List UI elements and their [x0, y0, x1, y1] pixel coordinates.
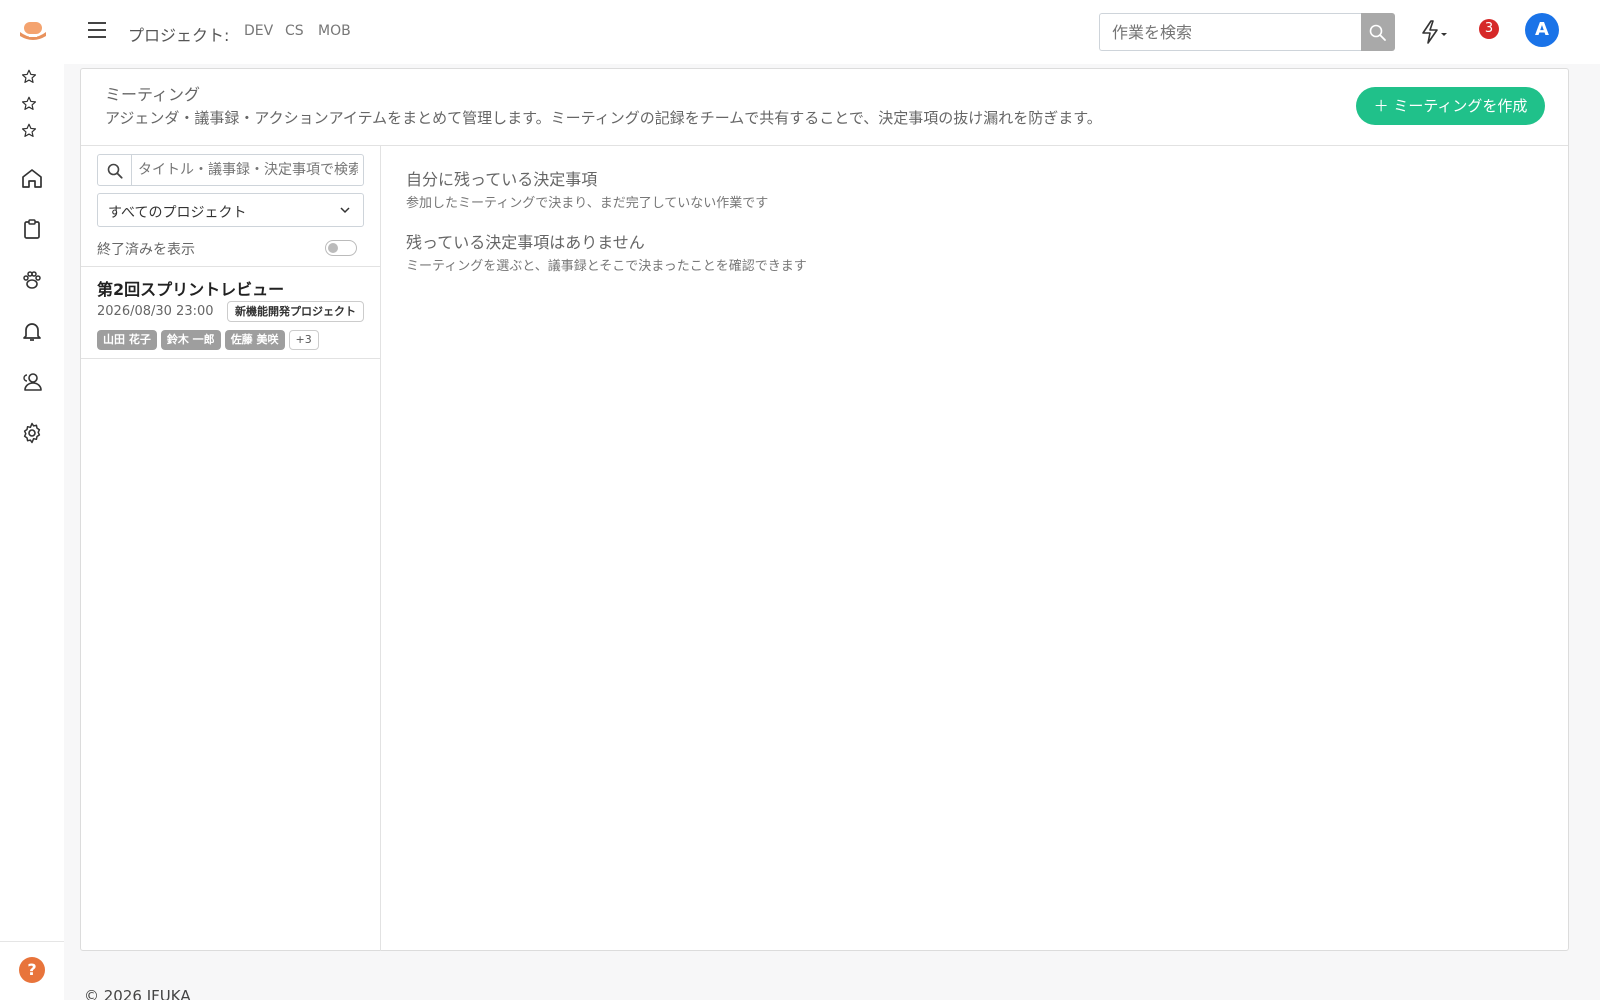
- project-link-mob[interactable]: MOB: [318, 23, 351, 39]
- star-icon[interactable]: [20, 122, 38, 140]
- page-title: ミーティング: [105, 85, 201, 104]
- task-search-input[interactable]: [1099, 13, 1361, 51]
- notification-badge[interactable]: 3: [1479, 19, 1499, 39]
- users-icon[interactable]: [20, 370, 44, 394]
- meeting-date: 2026/08/30 23:00: [97, 304, 214, 319]
- remaining-decisions-panel: 自分に残っている決定事項 参加したミーティングで決まり、まだ完了していない作業で…: [382, 146, 1568, 951]
- meeting-search-input[interactable]: [138, 158, 358, 182]
- bell-icon[interactable]: [20, 319, 44, 343]
- project-label: プロジェクト:: [128, 26, 230, 45]
- clipboard-icon[interactable]: [20, 217, 44, 241]
- empty-state-title: 残っている決定事項はありません: [406, 233, 645, 252]
- attendee-chip: 鈴木 一郎: [160, 330, 221, 350]
- search-button[interactable]: [1361, 13, 1395, 51]
- show-closed-toggle[interactable]: [325, 240, 357, 256]
- meeting-project-tag: 新機能開発プロジェクト: [227, 301, 364, 322]
- attendee-list: 山田 花子 鈴木 一郎 佐藤 美咲 +3: [97, 330, 319, 350]
- show-closed-label: 終了済みを表示: [97, 242, 195, 258]
- remaining-title: 自分に残っている決定事項: [406, 170, 598, 189]
- quick-action-bolt-icon[interactable]: [1418, 19, 1452, 45]
- sidebar-divider: [0, 941, 64, 942]
- attendee-more-count: +3: [288, 330, 319, 350]
- footer-copyright: © 2026 IFUKA: [84, 987, 191, 1000]
- home-icon[interactable]: [20, 166, 44, 190]
- project-link-dev[interactable]: DEV: [244, 23, 273, 39]
- sidebar: ?: [0, 0, 64, 1000]
- star-icon[interactable]: [20, 68, 38, 86]
- meeting-title: 第2回スプリントレビュー: [97, 280, 285, 299]
- meeting-list-item[interactable]: 第2回スプリントレビュー 2026/08/30 23:00 新機能開発プロジェク…: [81, 267, 380, 359]
- star-icon[interactable]: [20, 95, 38, 113]
- project-filter-select[interactable]: すべてのプロジェクト: [97, 193, 364, 227]
- meetings-card: ミーティング アジェンダ・議事録・アクションアイテムをまとめて管理します。ミーテ…: [80, 68, 1569, 951]
- page-header: ミーティング アジェンダ・議事録・アクションアイテムをまとめて管理します。ミーテ…: [81, 69, 1568, 146]
- search-icon: [1369, 24, 1386, 41]
- meeting-list-panel: すべてのプロジェクト 終了済みを表示 第2回スプリントレビュー 2026/08/…: [81, 146, 381, 951]
- create-meeting-button[interactable]: ＋ ミーティングを作成: [1356, 87, 1545, 125]
- topbar: プロジェクト: DEV CS MOB 3 A: [64, 0, 1600, 64]
- gear-icon[interactable]: [20, 421, 44, 445]
- search-icon: [107, 163, 123, 179]
- menu-icon[interactable]: [88, 22, 106, 38]
- help-button[interactable]: ?: [19, 957, 45, 983]
- meeting-search-box: [97, 154, 364, 186]
- project-link-cs[interactable]: CS: [285, 23, 304, 39]
- empty-state-subtitle: ミーティングを選ぶと、議事録とそこで決まったことを確認できます: [406, 259, 807, 274]
- attendee-chip: 佐藤 美咲: [224, 330, 285, 350]
- remaining-subtitle: 参加したミーティングで決まり、まだ完了していない作業です: [406, 196, 769, 211]
- app-logo[interactable]: [18, 18, 48, 44]
- page-description: アジェンダ・議事録・アクションアイテムをまとめて管理します。ミーティングの記録を…: [105, 109, 1102, 127]
- project-filter-value: すべてのプロジェクト: [108, 205, 247, 221]
- paw-icon[interactable]: [20, 268, 44, 292]
- attendee-chip: 山田 花子: [97, 330, 157, 350]
- chevron-down-icon: [340, 207, 350, 214]
- user-avatar[interactable]: A: [1525, 13, 1559, 47]
